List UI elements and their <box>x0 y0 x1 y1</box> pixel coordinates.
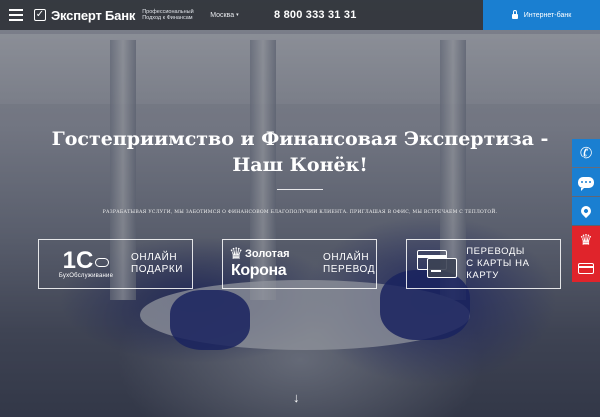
cards-icon <box>413 244 460 284</box>
hero-overlay <box>0 0 600 417</box>
phone-number[interactable]: 8 800 333 31 31 <box>274 9 357 21</box>
tagline: Профессиональный Подход к Финансам <box>142 9 194 21</box>
crown-icon[interactable]: ♛ <box>572 226 600 254</box>
offer-card-transfer[interactable]: ♛ Золотая Корона ОНЛАЙН ПЕРЕВОД <box>222 239 377 289</box>
city-label: Москва <box>210 11 235 19</box>
menu-icon[interactable] <box>9 9 23 21</box>
zolotaya-korona-logo: ♛ Золотая Корона <box>229 246 290 280</box>
offer-label: ПЕРЕВОДЫ С КАРТЫ НА КАРТУ <box>466 246 530 281</box>
offer-card-card2card[interactable]: ПЕРЕВОДЫ С КАРТЫ НА КАРТУ <box>406 239 561 289</box>
1c-logo: 1С БухОбслуживание <box>58 246 114 279</box>
offer-card-gifts[interactable]: 1С БухОбслуживание ОНЛАЙН ПОДАРКИ <box>38 239 193 289</box>
phone-icon[interactable]: ✆ <box>572 139 600 167</box>
divider <box>277 189 323 190</box>
lock-icon <box>511 10 518 19</box>
offer-label: ОНЛАЙН ПЕРЕВОД <box>323 252 376 275</box>
page-title: Гостеприимство и Финансовая Экспертиза -… <box>51 128 549 176</box>
city-selector[interactable]: Москва ▾ <box>210 12 238 19</box>
internet-bank-label: Интернет-банк <box>523 11 572 19</box>
brand-name: Эксперт Банк <box>51 7 136 23</box>
internet-bank-button[interactable]: Интернет-банк <box>483 0 600 30</box>
crown-icon: ♛ <box>229 246 244 263</box>
bank-logo[interactable]: ✓ Эксперт Банк <box>34 8 135 23</box>
offer-label: ОНЛАЙН ПОДАРКИ <box>131 252 184 275</box>
scroll-down-icon[interactable]: ↓ <box>293 390 300 405</box>
chevron-down-icon: ▾ <box>236 12 239 18</box>
chat-icon[interactable] <box>572 168 600 196</box>
check-icon: ✓ <box>34 9 46 21</box>
hero-subtitle: РАЗРАБАТЫВАЯ УСЛУГИ, МЫ ЗАБОТИМСЯ О ФИНА… <box>102 210 498 215</box>
card-icon[interactable] <box>572 254 600 282</box>
location-icon[interactable] <box>572 197 600 225</box>
